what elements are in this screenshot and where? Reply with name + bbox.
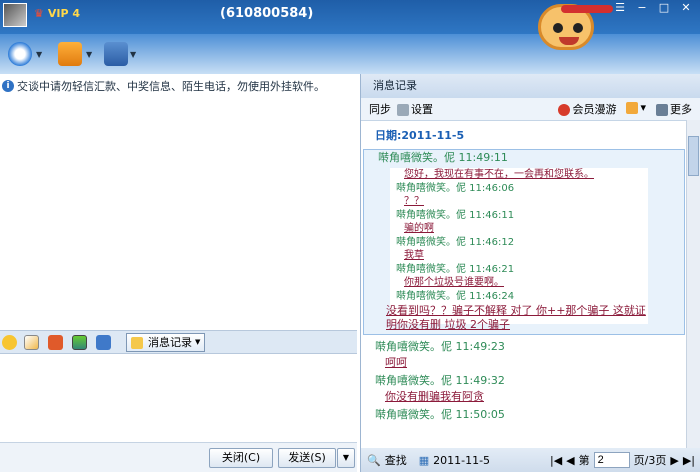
calendar-icon[interactable]: ▦ [419, 454, 429, 467]
minimize-icon[interactable]: − [632, 0, 652, 16]
music-icon[interactable] [96, 335, 111, 350]
folder-icon[interactable] [58, 42, 82, 66]
chevron-down-icon[interactable]: ▼ [86, 50, 92, 59]
member-roam-button[interactable]: 会员漫游 [558, 101, 616, 117]
history-pager: 🔍 查找 ▦ 2011-11-5 |◀ ◀ 第 页/3页 ▶ ▶| [361, 448, 700, 472]
log-scrollbar[interactable] [686, 120, 700, 448]
find-button[interactable]: 查找 [385, 452, 407, 468]
settings-button[interactable]: 设置 [397, 101, 433, 117]
message-text: 你没有删骗我有阿贪 [385, 390, 484, 403]
vip-badge[interactable]: ♛ VIP 4 [34, 7, 80, 20]
message-text: 没看到吗？？骗子不解释 对了 你++那个骗子 这就证明你没有删 垃圾 2个骗子 [386, 304, 646, 331]
input-toolbar: 消息记录 ▼ [0, 330, 357, 354]
history-pane: 消息记录 同步 设置 会员漫游 ▾ 更多 日期:2011-11-5 啭角嘻微笑。… [360, 74, 700, 472]
search-icon[interactable]: 🔍 [367, 454, 381, 467]
close-button[interactable]: 关闭(C) [209, 448, 273, 468]
emoji-icon[interactable] [2, 335, 17, 350]
mascot-icon [520, 0, 613, 60]
message-sender: 啭角嘻微笑。伲 11:46:06 [396, 183, 515, 194]
message-text: 我草 [404, 250, 424, 261]
embedded-screenshot: 您好，我现在有事不在，一会再和您联系。 啭角嘻微笑。伲 11:46:06 ？？ … [390, 168, 648, 324]
history-toolbar: 同步 设置 会员漫游 ▾ 更多 [361, 98, 700, 120]
chat-options-icon[interactable]: ▾ [626, 101, 646, 117]
image-icon[interactable] [72, 335, 87, 350]
wrench-icon [397, 104, 409, 116]
message-log: 日期:2011-11-5 啭角嘻微笑。伲 11:49:11 您好，我现在有事不在… [361, 120, 687, 448]
message-history-button[interactable]: 消息记录 ▼ [126, 333, 206, 352]
send-bar: 关闭(C) 发送(S) ▼ [0, 442, 357, 472]
skin-icon[interactable]: ☰ [610, 0, 630, 16]
date-selector[interactable]: 2011-11-5 [433, 454, 490, 467]
next-page-icon[interactable]: ▶ [670, 454, 678, 467]
window-controls: ☰ − □ ✕ [610, 0, 696, 16]
message-sender: 啭角嘻微笑。伲 11:49:32 [375, 374, 505, 387]
page-number-input[interactable] [593, 452, 630, 468]
info-icon: i [2, 80, 14, 92]
qq-number: (610800584) [220, 6, 314, 21]
message-sender: 啭角嘻微笑。伲 11:46:24 [396, 291, 515, 302]
message-sender: 啭角嘻微笑。伲 11:46:11 [396, 210, 515, 221]
avatar[interactable] [3, 3, 27, 27]
send-button[interactable]: 发送(S) [278, 448, 336, 468]
last-page-icon[interactable]: ▶| [683, 454, 695, 467]
chat-pane: i 交谈中请勿轻信汇款、中奖信息、陌生电话，勿使用外挂软件。 消息记录 ▼ 关闭(… [0, 74, 357, 472]
message-sender: 啭角嘻微笑。伲 11:46:21 [396, 264, 515, 275]
screenshot-icon[interactable] [48, 335, 63, 350]
font-icon[interactable] [24, 335, 39, 350]
warning-notice: i 交谈中请勿轻信汇款、中奖信息、陌生电话，勿使用外挂软件。 [2, 78, 325, 94]
history-title: 消息记录 [361, 74, 700, 98]
vip-crown-icon: ♛ [34, 7, 44, 20]
message-text: 呵呵 [385, 356, 407, 369]
maximize-icon[interactable]: □ [654, 0, 674, 16]
message-sender: 啭角嘻微笑。伲 11:49:23 [375, 340, 505, 353]
message-text: 骗的啊 [404, 223, 434, 234]
chevron-down-icon[interactable]: ▼ [130, 50, 136, 59]
app-icon[interactable] [104, 42, 128, 66]
message-input[interactable] [0, 354, 357, 442]
chevron-down-icon: ▼ [195, 338, 201, 346]
log-date: 日期:2011-11-5 [375, 129, 465, 142]
message-text: ？？ [404, 196, 424, 207]
close-icon[interactable]: ✕ [676, 0, 696, 16]
scroll-thumb[interactable] [688, 136, 699, 176]
message-text: 你那个垃圾号谁要啊。 [404, 277, 504, 288]
speaker-icon [656, 104, 668, 116]
member-icon [558, 104, 571, 116]
prev-page-icon[interactable]: ◀ [566, 454, 574, 467]
first-page-icon[interactable]: |◀ [550, 454, 562, 467]
chevron-down-icon[interactable]: ▼ [36, 50, 42, 59]
history-icon [131, 336, 143, 349]
webcam-icon[interactable] [8, 42, 32, 66]
message-sender: 啭角嘻微笑。伲 11:50:05 [375, 408, 505, 421]
selected-message[interactable]: 啭角嘻微笑。伲 11:49:11 您好，我现在有事不在，一会再和您联系。 啭角嘻… [363, 149, 685, 335]
message-sender: 啭角嘻微笑。伲 11:46:12 [396, 237, 515, 248]
message-text: 您好，我现在有事不在，一会再和您联系。 [404, 169, 594, 180]
more-button[interactable]: 更多 [656, 101, 692, 117]
message-sender: 啭角嘻微笑。伲 11:49:11 [378, 151, 508, 164]
sync-button[interactable]: 同步 [369, 101, 391, 117]
send-options-button[interactable]: ▼ [337, 448, 355, 468]
